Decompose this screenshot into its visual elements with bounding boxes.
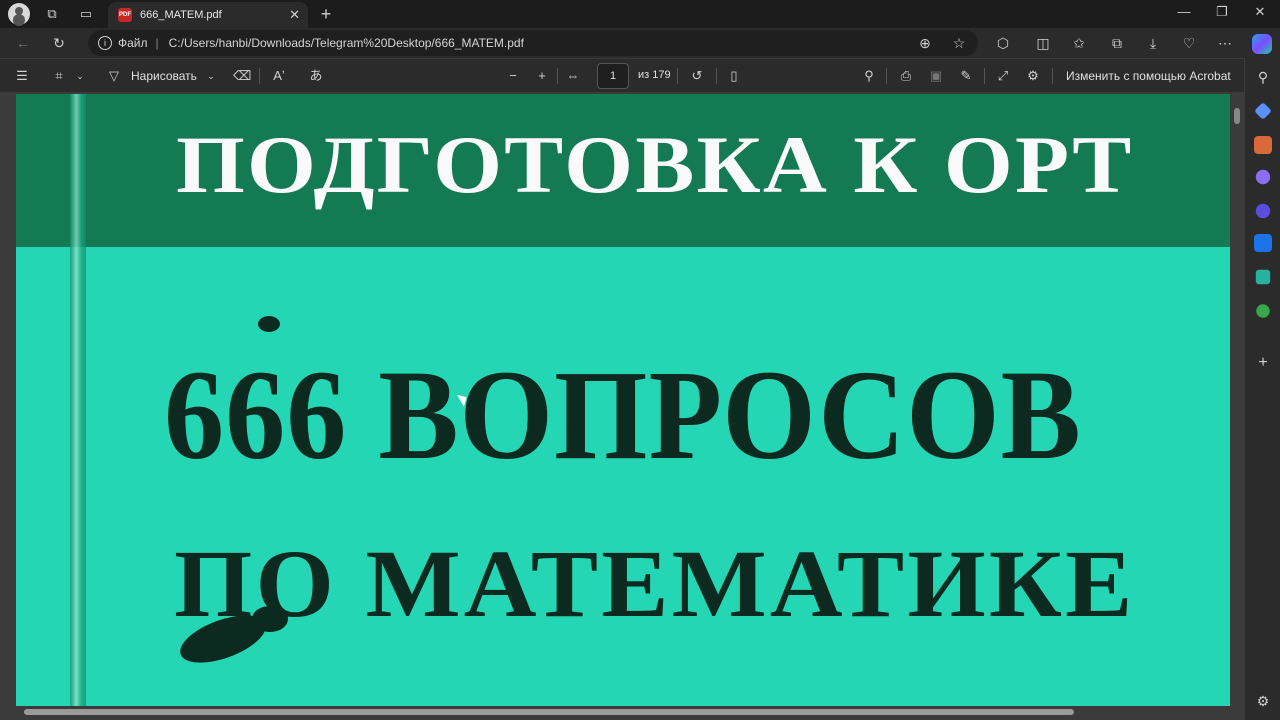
collections-icon[interactable]: ⧉	[1108, 34, 1126, 52]
close-icon[interactable]: ✕	[289, 7, 300, 23]
fullscreen-icon[interactable]: ⤢	[994, 67, 1012, 85]
address-bar: ← ↻ i Файл | C:/Users/hanbi/Downloads/Te…	[0, 28, 1280, 58]
toolbar-divider	[984, 68, 985, 84]
split-screen-icon[interactable]: ◫	[1034, 34, 1052, 52]
refresh-icon[interactable]: ↻	[50, 34, 68, 52]
favorite-icon[interactable]: ☆	[950, 34, 968, 52]
zoom-icon[interactable]: ⊕	[916, 34, 934, 52]
save-as-icon[interactable]: ✎	[957, 67, 975, 85]
translate-icon[interactable]: あ	[306, 67, 326, 85]
zoom-out-icon[interactable]: −	[504, 67, 522, 85]
scrollbar-thumb[interactable]	[24, 709, 1074, 715]
edit-with-acrobat-button[interactable]: Изменить с помощью Acrobat	[1066, 69, 1231, 83]
contents-icon[interactable]: ☰	[13, 67, 31, 85]
search-icon[interactable]: ⚲	[1254, 68, 1272, 86]
tree-icon[interactable]	[1256, 304, 1270, 318]
tab-actions-icon[interactable]: ▭	[76, 4, 96, 24]
ink-blot-small	[252, 606, 288, 632]
maximize-icon[interactable]: ❐	[1207, 4, 1237, 24]
settings-icon[interactable]: ⚙	[1254, 692, 1272, 710]
edge-sidebar: ⚲ + ⚙	[1244, 58, 1280, 720]
read-aloud-icon[interactable]: Aʼ	[270, 67, 288, 85]
cover-title-line3: ПО МАТЕМАТИКЕ	[174, 530, 1136, 637]
shopping-icon[interactable]	[1254, 102, 1272, 120]
pdf-toolbar: ☰ ⌗ ⌄ ▽ Нарисовать ⌄ ⌫ Aʼ あ − + ⇔ 1 из 1…	[0, 58, 1280, 92]
cover-title-line2: 666 ВОПРОСОВ	[164, 344, 1082, 486]
page-view-icon[interactable]: ▯	[725, 67, 743, 85]
url-separator: |	[155, 36, 159, 50]
eraser-icon[interactable]: ⌫	[233, 67, 251, 85]
vertical-scrollbar[interactable]	[1232, 94, 1242, 704]
draw-dropdown-chevron-down-icon[interactable]: ⌄	[205, 67, 217, 85]
search-icon[interactable]: ⚲	[860, 67, 878, 85]
url-scheme-label: Файл	[118, 36, 148, 50]
add-icon[interactable]: +	[1254, 354, 1272, 372]
outlook-icon[interactable]	[1254, 234, 1272, 252]
url-input[interactable]: i Файл | C:/Users/hanbi/Downloads/Telegr…	[88, 30, 978, 56]
draw-button[interactable]: Нарисовать	[131, 69, 197, 83]
fit-page-icon[interactable]: ⇔	[564, 67, 582, 85]
minimize-icon[interactable]: —	[1169, 4, 1199, 24]
more-icon[interactable]: ⋯	[1216, 34, 1234, 52]
ink-mark	[258, 316, 280, 332]
browser-essentials-icon[interactable]: ♡	[1180, 34, 1198, 52]
games-icon[interactable]	[1255, 169, 1271, 185]
highlight-dropdown-chevron-down-icon[interactable]: ⌄	[74, 67, 86, 85]
download-icon[interactable]: ⤓	[1144, 34, 1162, 52]
page-number-input[interactable]: 1	[597, 63, 629, 89]
draw-icon[interactable]: ▽	[105, 67, 123, 85]
toolbar-divider	[1052, 68, 1053, 84]
settings-icon[interactable]: ⚙	[1024, 67, 1042, 85]
toolbar-divider	[716, 68, 717, 84]
back-icon[interactable]: ←	[14, 34, 32, 52]
scrollbar-thumb[interactable]	[1234, 108, 1240, 124]
copilot-icon[interactable]	[1252, 34, 1272, 54]
copilot-sidebar-icon[interactable]	[1255, 203, 1271, 219]
toolbar-divider	[886, 68, 887, 84]
window-close-icon[interactable]: ✕	[1245, 4, 1275, 24]
tools-icon[interactable]	[1254, 136, 1272, 154]
zoom-in-icon[interactable]: +	[533, 67, 551, 85]
pdf-viewer[interactable]: ПОДГОТОВКА К ОРТ 666 ВОПРОСОВ ПО МАТЕМАТ…	[0, 92, 1244, 720]
rotate-icon[interactable]: ↺	[688, 67, 706, 85]
highlight-icon[interactable]: ⌗	[50, 67, 68, 85]
pdf-icon: PDF	[118, 8, 132, 22]
toolbar-divider	[677, 68, 678, 84]
cover-title-line1: ПОДГОТОВКА К ОРТ	[176, 119, 1134, 210]
new-tab-icon[interactable]: +	[316, 4, 336, 24]
extensions-icon[interactable]: ⬡	[994, 34, 1012, 52]
pdf-page: ПОДГОТОВКА К ОРТ 666 ВОПРОСОВ ПО МАТЕМАТ…	[16, 94, 1230, 706]
profile-icon[interactable]	[8, 3, 30, 25]
save-icon[interactable]: ▣	[927, 67, 945, 85]
url-text: C:/Users/hanbi/Downloads/Telegram%20Desk…	[168, 36, 524, 50]
workspaces-icon[interactable]: ⧉	[42, 4, 62, 24]
drop-icon[interactable]	[1255, 269, 1271, 285]
tab-title: 666_MATEM.pdf	[140, 9, 222, 21]
toolbar-divider	[557, 68, 558, 84]
favorites-icon[interactable]: ✩	[1070, 34, 1088, 52]
cover-spine	[70, 94, 86, 706]
page-total-label: из 179	[638, 69, 671, 81]
title-bar: ⧉ ▭ PDF 666_MATEM.pdf ✕ + — ❐ ✕	[0, 0, 1280, 28]
print-icon[interactable]: ⎙	[897, 67, 915, 85]
info-icon[interactable]: i	[98, 36, 112, 50]
tab-active[interactable]: PDF 666_MATEM.pdf ✕	[108, 2, 308, 28]
toolbar-divider	[259, 68, 260, 84]
horizontal-scrollbar[interactable]	[16, 706, 1230, 716]
